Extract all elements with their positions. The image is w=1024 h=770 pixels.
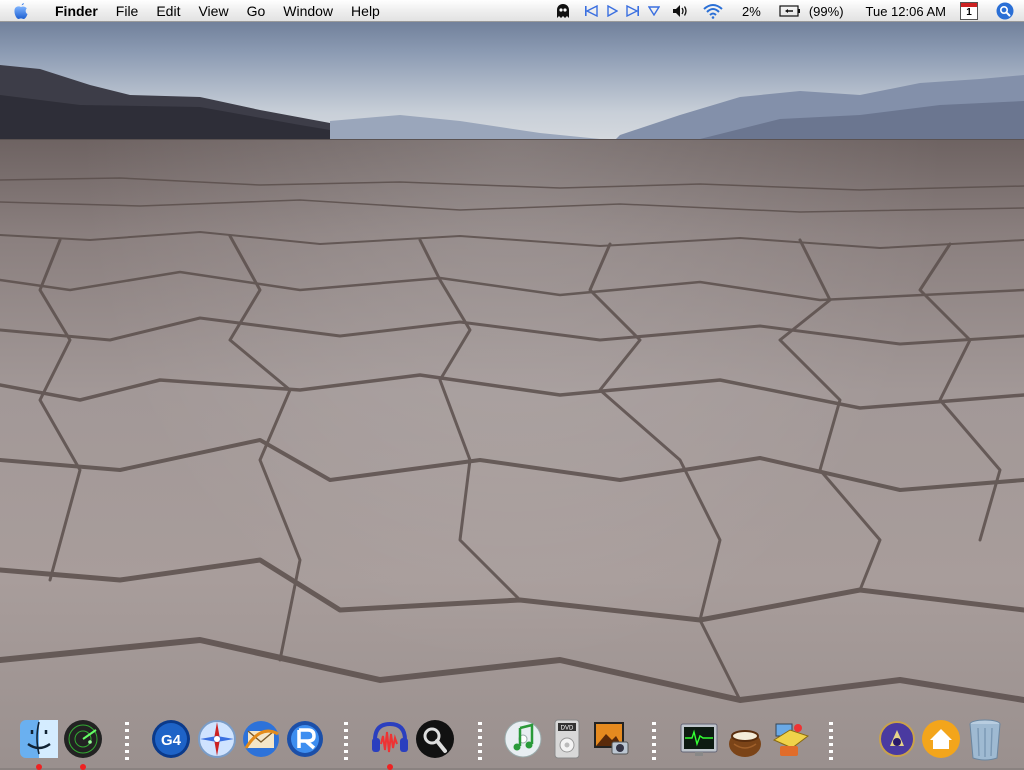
dock-separator bbox=[344, 722, 348, 762]
utilities-icon[interactable] bbox=[766, 716, 812, 762]
volume-icon[interactable] bbox=[672, 0, 690, 22]
ghost-menulet-icon[interactable] bbox=[556, 0, 570, 22]
finder-running-indicator bbox=[36, 764, 42, 770]
airport-wifi-icon[interactable] bbox=[702, 0, 724, 22]
dock-separator bbox=[829, 722, 833, 762]
spotlight-search-icon[interactable] bbox=[996, 0, 1014, 22]
desktop-wallpaper bbox=[0, 0, 1024, 768]
itunes-menu-chevron-icon[interactable] bbox=[648, 0, 661, 22]
menu-bar: Finder File Edit View Go Window Help 2% bbox=[0, 0, 1024, 22]
svg-text:G4: G4 bbox=[161, 732, 182, 749]
iphoto-icon[interactable] bbox=[588, 716, 634, 762]
mail-icon[interactable] bbox=[238, 716, 284, 762]
apple-menu-icon[interactable] bbox=[10, 0, 32, 22]
calendar-icon[interactable]: 1 bbox=[960, 0, 978, 22]
menu-view[interactable]: View bbox=[189, 0, 237, 22]
media-icon[interactable] bbox=[874, 716, 920, 762]
dock-separator bbox=[478, 722, 482, 762]
battery-icon[interactable] bbox=[779, 0, 801, 22]
battery-percentage[interactable]: (99%) bbox=[809, 0, 844, 22]
itunes-icon[interactable] bbox=[500, 716, 546, 762]
audacity-icon[interactable] bbox=[367, 716, 413, 762]
activity-monitor-icon[interactable] bbox=[676, 716, 722, 762]
menu-go[interactable]: Go bbox=[238, 0, 275, 22]
safari-compass-icon[interactable] bbox=[194, 716, 240, 762]
svg-text:DVD: DVD bbox=[561, 726, 574, 732]
g4-icon[interactable]: G4 bbox=[148, 716, 194, 762]
spotlight-icon[interactable] bbox=[412, 716, 458, 762]
coconut-icon[interactable] bbox=[722, 716, 768, 762]
dock-separator bbox=[125, 722, 129, 762]
next-track-icon[interactable] bbox=[626, 0, 640, 22]
previous-track-icon[interactable] bbox=[584, 0, 598, 22]
dock: G4 DVD bbox=[12, 712, 1012, 770]
audacity-running-indicator bbox=[387, 764, 393, 770]
menu-app-finder[interactable]: Finder bbox=[46, 0, 107, 22]
menu-help[interactable]: Help bbox=[342, 0, 389, 22]
realplayer-icon[interactable] bbox=[282, 716, 328, 762]
menu-edit[interactable]: Edit bbox=[147, 0, 189, 22]
calendar-day: 1 bbox=[966, 7, 972, 18]
finder-icon[interactable] bbox=[16, 716, 62, 762]
trash-icon[interactable] bbox=[962, 716, 1008, 762]
home-icon[interactable] bbox=[918, 716, 964, 762]
dvd-player-icon[interactable]: DVD bbox=[544, 716, 590, 762]
dock-separator bbox=[652, 722, 656, 762]
play-icon[interactable] bbox=[606, 0, 619, 22]
cpu-usage-readout[interactable]: 2% bbox=[742, 0, 761, 22]
menu-clock[interactable]: Tue 12:06 AM bbox=[866, 0, 946, 22]
radar-icon[interactable] bbox=[60, 716, 106, 762]
wallpaper-cracks bbox=[0, 177, 1024, 703]
menu-window[interactable]: Window bbox=[274, 0, 342, 22]
menu-file[interactable]: File bbox=[107, 0, 148, 22]
radar-running-indicator bbox=[80, 764, 86, 770]
